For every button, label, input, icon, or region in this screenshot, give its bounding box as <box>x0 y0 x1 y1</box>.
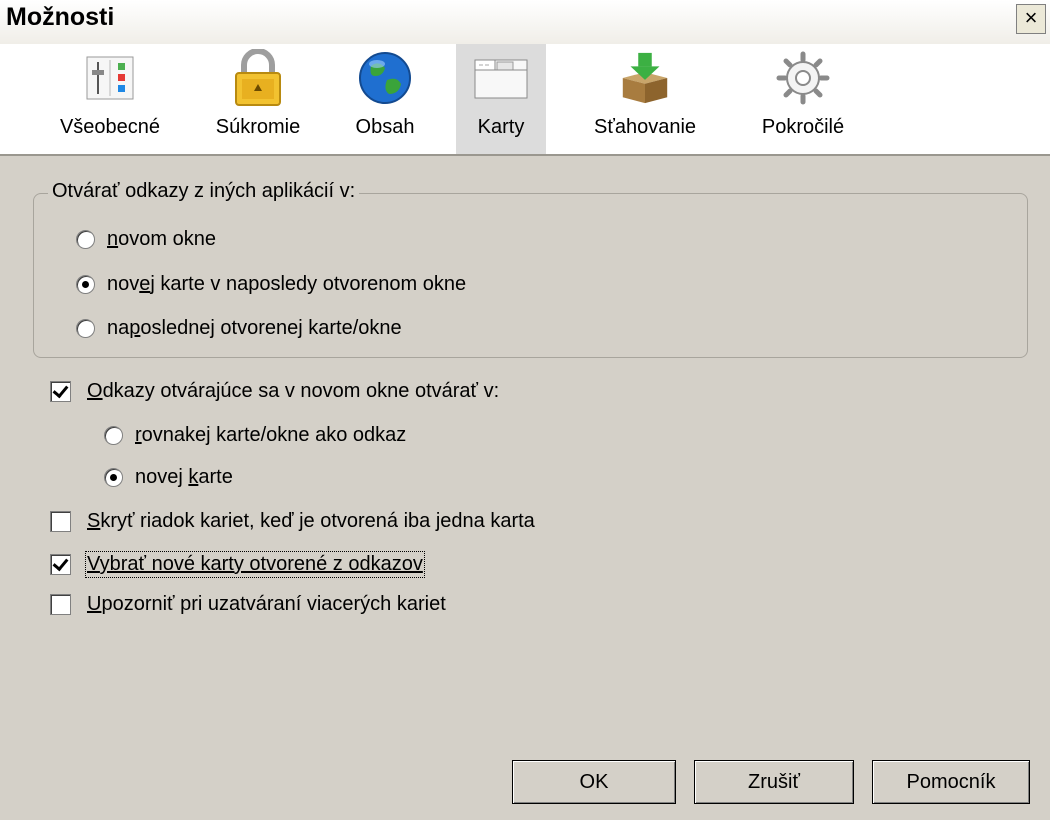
checkbox-hide-tab-bar[interactable]: Skryť riadok kariet, keď je otvorená iba… <box>50 510 535 533</box>
checkbox-label: Skryť riadok kariet, keď je otvorená iba… <box>87 510 535 532</box>
checkbox[interactable] <box>50 511 71 532</box>
checkbox[interactable] <box>50 554 71 575</box>
checkbox[interactable] <box>50 381 71 402</box>
option-label: naposlednej otvorenej karte/okne <box>107 317 402 339</box>
radio-button[interactable] <box>76 230 95 249</box>
tab-label: Karty <box>477 116 525 138</box>
tab-general[interactable]: Všeobecné <box>45 44 175 154</box>
tab-tabs[interactable]: Karty <box>456 44 546 154</box>
checkbox-label: Upozorniť pri uzatváraní viacerých karie… <box>87 593 446 615</box>
general-settings-icon <box>82 48 138 108</box>
checkbox-warn-closing-tabs[interactable]: Upozorniť pri uzatváraní viacerých karie… <box>50 593 446 616</box>
tab-privacy[interactable]: Súkromie <box>203 44 313 154</box>
title-bar: Možnosti × <box>0 0 1050 44</box>
tabs-icon <box>473 48 529 108</box>
checkbox-new-window-links[interactable]: Odkazy otvárajúce sa v novom okne otvára… <box>50 380 499 403</box>
close-button[interactable]: × <box>1016 4 1046 34</box>
option-label: novom okne <box>107 228 216 250</box>
tab-label: Pokročilé <box>761 116 845 138</box>
radio-button-selected[interactable] <box>76 275 95 294</box>
globe-icon <box>357 48 413 108</box>
tab-label: Všeobecné <box>59 116 161 138</box>
close-icon: × <box>1024 5 1038 30</box>
option-label: rovnakej karte/okne ako odkaz <box>135 424 407 446</box>
radio-button-selected[interactable] <box>104 468 123 487</box>
radio-new-tab[interactable]: novej karte <box>104 466 233 489</box>
checkbox-label: Vybrať nové karty otvorené z odkazov <box>85 551 425 578</box>
options-toolbar: Všeobecné Súkromie Obsah Karty Sťahovani… <box>0 44 1050 156</box>
checkbox-label: Odkazy otvárajúce sa v novom okne otvára… <box>87 380 500 402</box>
cancel-button[interactable]: Zrušiť <box>694 760 854 804</box>
tab-label: Obsah <box>355 116 415 138</box>
gear-icon <box>775 48 831 108</box>
help-button[interactable]: Pomocník <box>872 760 1030 804</box>
radio-button[interactable] <box>104 426 123 445</box>
radio-new-tab-last-window[interactable]: novej karte v naposledy otvorenom okne <box>76 273 466 296</box>
checkbox[interactable] <box>50 594 71 615</box>
ok-button[interactable]: OK <box>512 760 676 804</box>
tab-label: Súkromie <box>215 116 301 138</box>
download-box-icon <box>617 48 673 108</box>
window-title: Možnosti <box>6 3 115 31</box>
open-links-group-label: Otvárať odkazy z iných aplikácií v: <box>48 180 360 203</box>
radio-last-tab-window[interactable]: naposlednej otvorenej karte/okne <box>76 317 402 340</box>
radio-button[interactable] <box>76 319 95 338</box>
radio-new-window[interactable]: novom okne <box>76 228 216 251</box>
tab-advanced[interactable]: Pokročilé <box>744 44 862 154</box>
radio-same-tab-window[interactable]: rovnakej karte/okne ako odkaz <box>104 424 406 447</box>
padlock-icon <box>230 48 286 108</box>
tab-content[interactable]: Obsah <box>335 44 435 154</box>
tab-downloads[interactable]: Sťahovanie <box>565 44 725 154</box>
tab-label: Sťahovanie <box>593 116 697 138</box>
option-label: novej karte v naposledy otvorenom okne <box>107 273 467 295</box>
checkbox-select-new-tabs[interactable]: Vybrať nové karty otvorené z odkazov <box>50 551 425 578</box>
option-label: novej karte <box>135 466 233 488</box>
